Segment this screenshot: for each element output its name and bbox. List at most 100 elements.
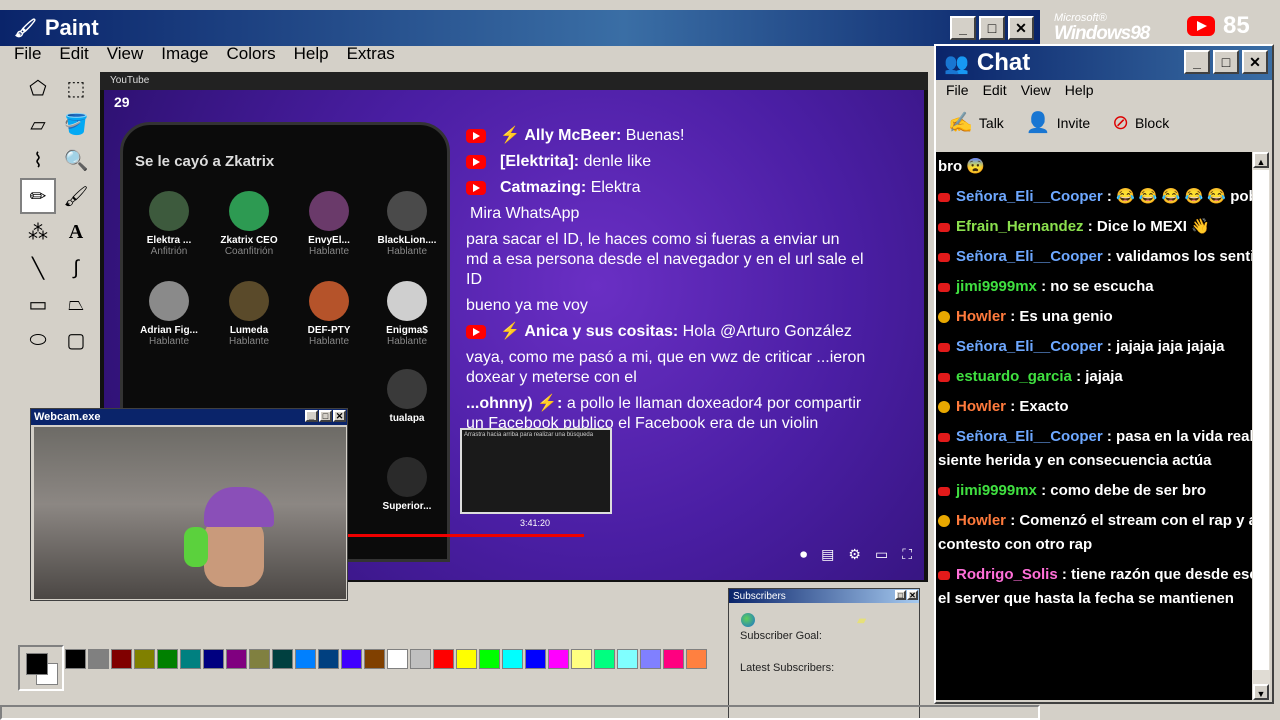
chat-username[interactable]: Señora_Eli__Cooper — [956, 428, 1107, 445]
palette-swatch[interactable] — [272, 649, 293, 669]
chat-close-button[interactable]: ✕ — [1242, 50, 1268, 74]
webcam-maximize-button[interactable]: □ — [319, 410, 332, 422]
chat-minimize-button[interactable]: _ — [1184, 50, 1210, 74]
foreground-color[interactable] — [26, 653, 48, 675]
chat-menu-help[interactable]: Help — [1065, 82, 1094, 98]
scroll-down-arrow[interactable]: ▼ — [1253, 684, 1269, 700]
ellipse-tool-icon[interactable]: ⬭ — [20, 322, 56, 358]
palette-swatch[interactable] — [594, 649, 615, 669]
fullscreen-icon[interactable]: ⛶ — [902, 546, 912, 563]
autoplay-toggle-icon[interactable]: ⏺ — [800, 546, 807, 563]
chat-username[interactable]: Señora_Eli__Cooper — [956, 338, 1107, 355]
color-picker-tool-icon[interactable]: ⌇ — [20, 142, 56, 178]
menu-edit[interactable]: Edit — [59, 44, 88, 68]
palette-swatch[interactable] — [456, 649, 477, 669]
palette-swatch[interactable] — [295, 649, 316, 669]
webcam-close-button[interactable]: ✕ — [333, 410, 346, 422]
eraser-tool-icon[interactable]: ▱ — [20, 106, 56, 142]
chat-scrollbar[interactable]: ▲ ▼ — [1252, 152, 1270, 700]
current-colors[interactable] — [18, 645, 64, 691]
chat-username[interactable]: Howler — [956, 308, 1010, 325]
chat-window[interactable]: 👥 Chat _ □ ✕ File Edit View Help ✍ Talk 👤… — [934, 44, 1274, 704]
menu-file[interactable]: File — [14, 44, 41, 68]
subscribers-close-button[interactable]: ✕ — [907, 590, 918, 600]
palette-swatch[interactable] — [433, 649, 454, 669]
magnifier-tool-icon[interactable]: 🔍 — [58, 142, 94, 178]
palette-swatch[interactable] — [502, 649, 523, 669]
webcam-minimize-button[interactable]: _ — [305, 410, 318, 422]
subscribers-maximize-button[interactable]: □ — [895, 590, 906, 600]
palette-swatch[interactable] — [318, 649, 339, 669]
chat-username[interactable]: Howler — [956, 512, 1010, 529]
theater-mode-icon[interactable]: ▭ — [875, 546, 888, 563]
chat-username[interactable]: jimi9999mx — [956, 482, 1041, 499]
paint-maximize-button[interactable]: □ — [979, 16, 1005, 40]
rectangle-tool-icon[interactable]: ▭ — [20, 286, 56, 322]
palette-swatch[interactable] — [663, 649, 684, 669]
rect-select-tool-icon[interactable]: ⬚ — [58, 70, 94, 106]
chat-title-bar[interactable]: 👥 Chat _ □ ✕ — [936, 46, 1272, 80]
palette-swatch[interactable] — [341, 649, 362, 669]
palette-swatch[interactable] — [203, 649, 224, 669]
webcam-title-bar[interactable]: Webcam.exe _ □ ✕ — [31, 409, 347, 425]
curve-tool-icon[interactable]: ∫ — [58, 250, 94, 286]
palette-swatch[interactable] — [640, 649, 661, 669]
palette-swatch[interactable] — [571, 649, 592, 669]
palette-swatch[interactable] — [157, 649, 178, 669]
palette-swatch[interactable] — [364, 649, 385, 669]
polygon-tool-icon[interactable]: ⏢ — [58, 286, 94, 322]
pencil-tool-icon[interactable]: ✏ — [20, 178, 56, 214]
chat-message-list[interactable]: bro 😨 Señora_Eli__Cooper : 😂 😂 😂 😂 😂 pobr… — [936, 152, 1252, 700]
chat-username[interactable]: estuardo_garcia — [956, 368, 1076, 385]
chat-username[interactable]: jimi9999mx — [956, 278, 1041, 295]
paint-close-button[interactable]: ✕ — [1008, 16, 1034, 40]
chat-username[interactable]: Señora_Eli__Cooper — [956, 188, 1107, 205]
invite-button[interactable]: 👤 Invite — [1026, 110, 1090, 135]
menu-image[interactable]: Image — [161, 44, 208, 68]
webcam-window[interactable]: Webcam.exe _ □ ✕ — [30, 408, 348, 601]
fill-tool-icon[interactable]: 🪣 — [58, 106, 94, 142]
subtitles-icon[interactable]: ▤ — [821, 546, 834, 563]
palette-swatch[interactable] — [525, 649, 546, 669]
brush-tool-icon[interactable]: 🖌 — [58, 178, 94, 214]
scroll-up-arrow[interactable]: ▲ — [1253, 152, 1269, 168]
block-button[interactable]: ⊘ Block — [1112, 110, 1169, 135]
palette-swatch[interactable] — [617, 649, 638, 669]
chat-username[interactable]: Efrain_Hernandez — [956, 218, 1088, 235]
palette-swatch[interactable] — [548, 649, 569, 669]
chat-username[interactable]: Rodrigo_Solis — [956, 566, 1062, 583]
airbrush-tool-icon[interactable]: ⁂ — [20, 214, 56, 250]
subscribers-title-bar[interactable]: Subscribers □ ✕ — [729, 589, 919, 603]
chat-menu-view[interactable]: View — [1021, 82, 1051, 98]
menu-colors[interactable]: Colors — [227, 44, 276, 68]
free-select-tool-icon[interactable]: ⬠ — [20, 70, 56, 106]
palette-swatch[interactable] — [387, 649, 408, 669]
menu-extras[interactable]: Extras — [347, 44, 395, 68]
palette-swatch[interactable] — [479, 649, 500, 669]
text-tool-icon[interactable]: A — [58, 214, 94, 250]
menu-help[interactable]: Help — [294, 44, 329, 68]
palette-swatch[interactable] — [226, 649, 247, 669]
chat-menu-file[interactable]: File — [946, 82, 969, 98]
line-tool-icon[interactable]: ╲ — [20, 250, 56, 286]
scroll-thumb[interactable] — [1253, 170, 1269, 670]
subscribers-window[interactable]: Subscribers □ ✕ ▰ Subscriber Goal: Lates… — [728, 588, 920, 720]
chat-menu-edit[interactable]: Edit — [983, 82, 1007, 98]
palette-swatch[interactable] — [111, 649, 132, 669]
chat-username[interactable]: Howler — [956, 398, 1010, 415]
talk-button[interactable]: ✍ Talk — [948, 110, 1004, 135]
paint-minimize-button[interactable]: _ — [950, 16, 976, 40]
settings-gear-icon[interactable]: ⚙ — [848, 546, 861, 563]
chat-username[interactable]: Señora_Eli__Cooper — [956, 248, 1107, 265]
palette-swatch[interactable] — [65, 649, 86, 669]
chat-maximize-button[interactable]: □ — [1213, 50, 1239, 74]
rounded-rect-tool-icon[interactable]: ▢ — [58, 322, 94, 358]
palette-swatch[interactable] — [134, 649, 155, 669]
menu-view[interactable]: View — [107, 44, 144, 68]
video-progress-bar[interactable] — [344, 534, 584, 537]
paint-title-bar[interactable]: 🖌 Paint _ □ ✕ — [0, 10, 1040, 46]
palette-swatch[interactable] — [410, 649, 431, 669]
palette-swatch[interactable] — [249, 649, 270, 669]
palette-swatch[interactable] — [686, 649, 707, 669]
palette-swatch[interactable] — [180, 649, 201, 669]
